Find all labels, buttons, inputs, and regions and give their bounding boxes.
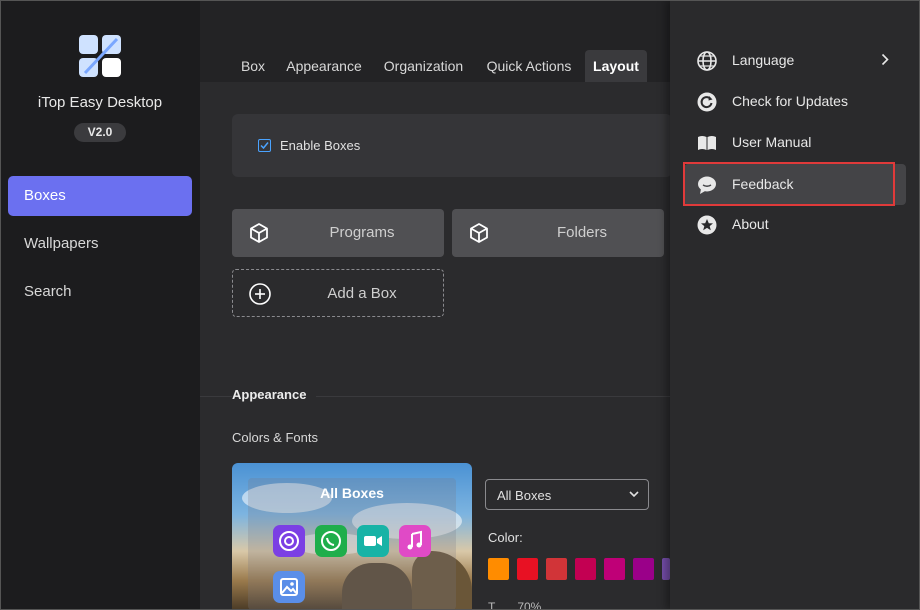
sidebar: iTop Easy Desktop V2.0 Boxes Wallpapers … <box>0 0 200 610</box>
box-select-dropdown[interactable]: All Boxes <box>485 479 649 510</box>
folders-label: Folders <box>556 224 608 241</box>
menu-item-about[interactable]: About <box>684 204 906 245</box>
enable-boxes-card: Enable Boxes <box>232 114 672 177</box>
video-camera-icon <box>357 525 389 557</box>
main-panel: Box Appearance Organization Quick Action… <box>200 0 672 610</box>
chevron-right-icon <box>881 53 889 66</box>
preview-title: All Boxes <box>320 485 384 501</box>
colors-fonts-label: Colors & Fonts <box>232 430 318 445</box>
app-logo-icon <box>79 35 121 77</box>
book-icon <box>698 136 716 150</box>
color-swatch-magenta[interactable] <box>604 558 625 580</box>
chat-bubble-icon <box>698 176 716 194</box>
tab-quick-actions[interactable]: Quick Actions <box>482 50 576 82</box>
color-swatch-red[interactable] <box>517 558 538 580</box>
chevron-down-icon <box>629 491 639 498</box>
appearance-heading: Appearance <box>232 387 317 402</box>
tab-appearance[interactable]: Appearance <box>284 50 364 82</box>
box-preview: All Boxes <box>232 463 472 610</box>
menu-item-check-updates[interactable]: Check for Updates <box>684 81 906 122</box>
programs-box-button[interactable]: Programs <box>232 209 444 257</box>
tab-organization[interactable]: Organization <box>378 50 469 82</box>
sidebar-item-search[interactable]: Search <box>8 272 192 312</box>
add-box-button[interactable]: Add a Box <box>232 269 444 317</box>
color-label: Color: <box>488 530 523 545</box>
checkmark-icon <box>260 142 269 150</box>
menu-item-about-label: About <box>732 216 769 232</box>
refresh-icon <box>697 92 717 112</box>
menu-item-user-manual-label: User Manual <box>732 134 812 150</box>
menu-item-language-label: Language <box>732 52 795 68</box>
tab-box[interactable]: Box <box>234 50 272 82</box>
tab-bar: Box Appearance Organization Quick Action… <box>200 0 670 82</box>
plus-circle-icon <box>249 283 271 305</box>
cube-icon <box>470 223 488 243</box>
sidebar-item-boxes[interactable]: Boxes <box>8 176 192 216</box>
sidebar-item-wallpapers[interactable]: Wallpapers <box>8 224 192 264</box>
music-icon <box>399 525 431 557</box>
menu-item-feedback-label: Feedback <box>732 176 794 192</box>
cube-icon <box>250 223 268 243</box>
version-badge: V2.0 <box>74 123 126 142</box>
enable-boxes-label: Enable Boxes <box>280 138 361 153</box>
enable-boxes-checkbox[interactable] <box>258 139 271 152</box>
photos-icon <box>273 571 305 603</box>
settings-menu: Language Check for Updates User Manual F… <box>670 0 920 610</box>
folders-box-button[interactable]: Folders <box>452 209 664 257</box>
color-swatch-violet[interactable] <box>662 558 670 580</box>
color-swatch-brick[interactable] <box>546 558 567 580</box>
menu-item-feedback[interactable]: Feedback <box>684 164 906 205</box>
box-select-value: All Boxes <box>497 488 552 503</box>
color-swatch-orange[interactable] <box>488 558 509 580</box>
star-icon <box>697 215 717 235</box>
whatsapp-icon <box>315 525 347 557</box>
programs-label: Programs <box>329 224 395 241</box>
globe-icon <box>697 51 717 71</box>
menu-item-language[interactable]: Language <box>684 40 906 81</box>
transparency-label: T... ...70% <box>488 600 542 610</box>
color-swatch-purple[interactable] <box>633 558 654 580</box>
tab-layout[interactable]: Layout <box>585 50 647 82</box>
menu-item-check-updates-label: Check for Updates <box>732 93 848 109</box>
app-name: iTop Easy Desktop <box>37 94 163 111</box>
menu-item-user-manual[interactable]: User Manual <box>684 122 906 163</box>
add-box-label: Add a Box <box>327 285 397 302</box>
chrome-icon <box>273 525 305 557</box>
color-swatch-crimson[interactable] <box>575 558 596 580</box>
